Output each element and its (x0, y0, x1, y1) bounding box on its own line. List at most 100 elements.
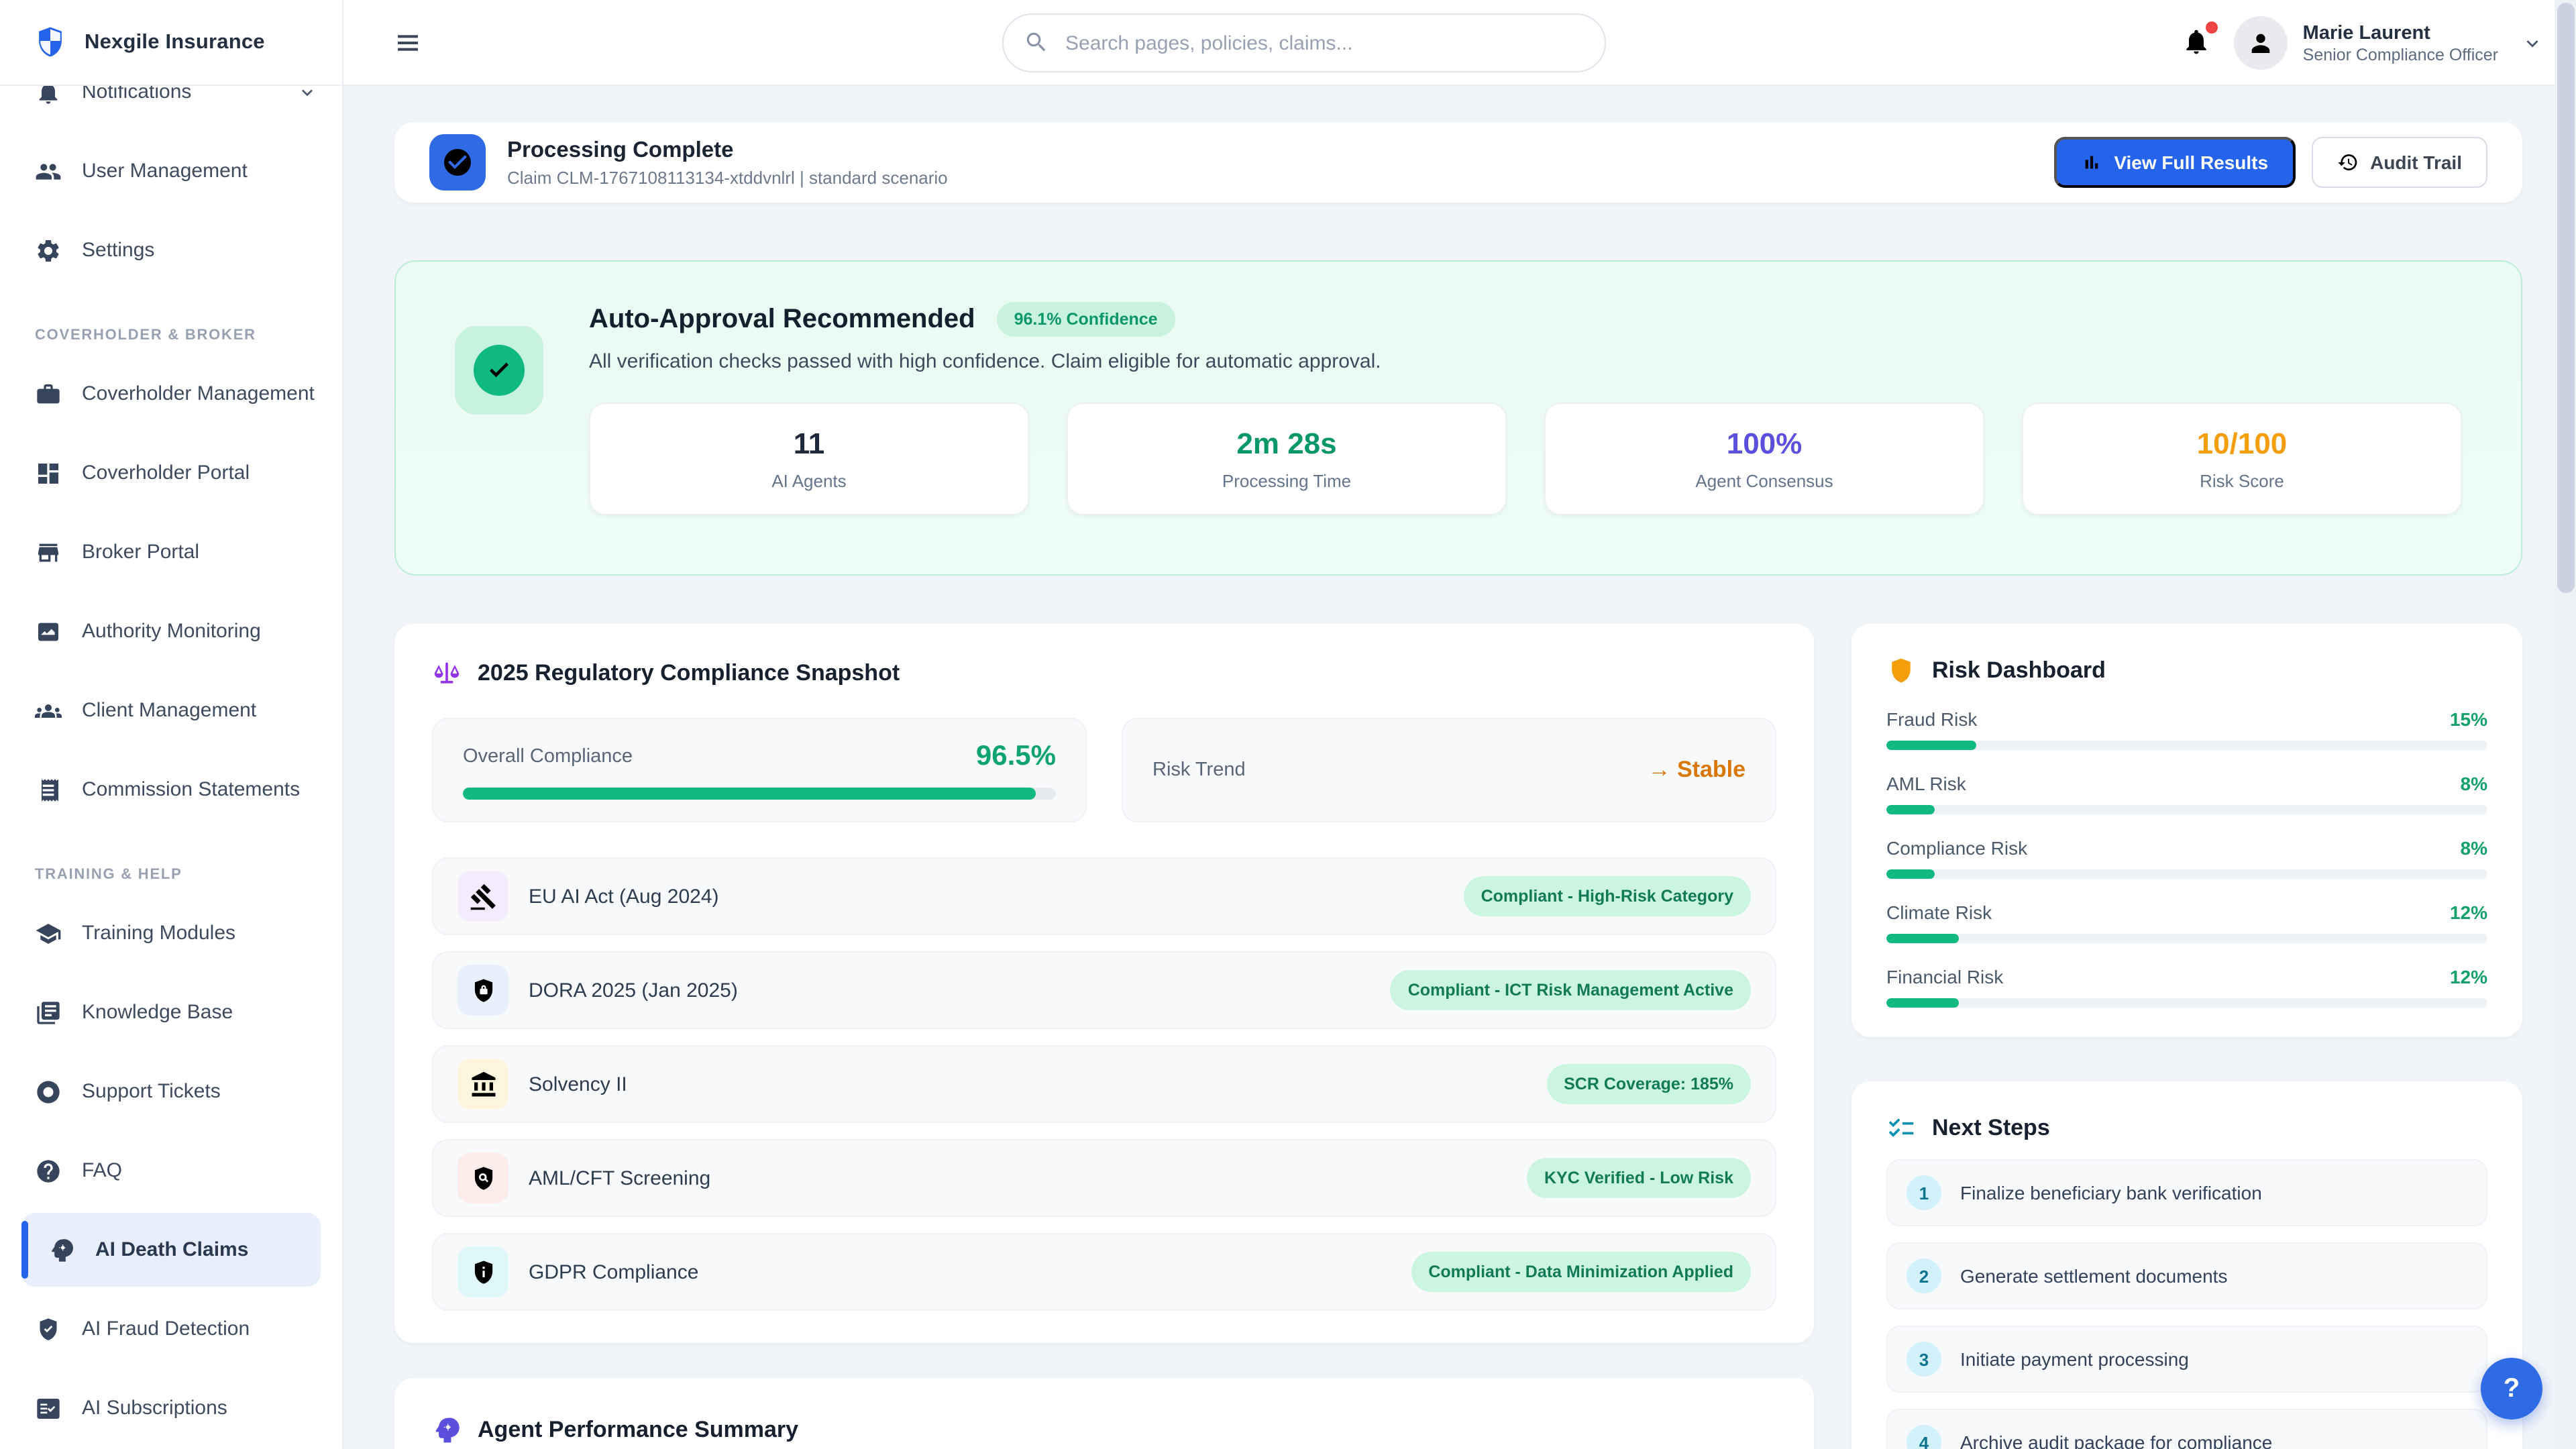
next-step-3: 3 Initiate payment processing (1886, 1326, 2487, 1393)
agent-performance-card: Agent Performance Summary (394, 1378, 1814, 1449)
brand-header: Nexgile Insurance (0, 0, 342, 86)
next-step-2: 2 Generate settlement documents (1886, 1242, 2487, 1309)
sidebar-item-settings[interactable]: Settings (0, 211, 342, 290)
sidebar-item-label: AI Fraud Detection (82, 1318, 318, 1340)
risk-dashboard-card: Risk Dashboard Fraud Risk 15% AML Risk 8… (1851, 624, 2522, 1037)
compliance-name: AML/CFT Screening (529, 1167, 710, 1189)
sidebar-item-faq[interactable]: FAQ (0, 1131, 342, 1210)
receipt-icon (35, 776, 62, 803)
main-content: Processing Complete Claim CLM-1767108113… (343, 86, 2576, 1449)
bar-chart-icon (2080, 152, 2102, 173)
compliance-name: DORA 2025 (Jan 2025) (529, 979, 738, 1002)
sidebar-item-training-modules[interactable]: Training Modules (0, 894, 342, 973)
stat-value: 11 (794, 427, 825, 462)
top-header: Marie Laurent Senior Compliance Officer (343, 0, 2576, 86)
sidebar-item-user-management[interactable]: User Management (0, 131, 342, 211)
risk-dashboard-title: Risk Dashboard (1932, 657, 2106, 684)
sidebar-item-label: Coverholder Portal (82, 462, 318, 484)
sidebar-item-coverholder-management[interactable]: Coverholder Management (0, 354, 342, 433)
scrollbar-thumb[interactable] (2557, 3, 2574, 593)
status-badge: Compliant - High-Risk Category (1464, 876, 1751, 916)
sidebar-item-ai-death-claims[interactable]: AI Death Claims (21, 1213, 321, 1287)
risk-row-compliance: Compliance Risk 8% (1886, 837, 2487, 879)
global-search (1002, 13, 1606, 72)
gear-icon (35, 237, 62, 264)
stat-label: Processing Time (1222, 471, 1351, 491)
risk-row-aml: AML Risk 8% (1886, 773, 2487, 814)
next-steps-title: Next Steps (1932, 1115, 2050, 1142)
scales-icon (432, 659, 462, 688)
sidebar: Notifications User Management Settings C… (0, 0, 343, 1449)
status-badge: Compliant - Data Minimization Applied (1411, 1252, 1751, 1292)
avatar (2235, 16, 2288, 70)
sidebar-item-label: Knowledge Base (82, 1001, 318, 1024)
shield-lock-icon (458, 965, 508, 1016)
compliance-title: 2025 Regulatory Compliance Snapshot (478, 660, 900, 687)
stat-processing-time: 2m 28s Processing Time (1067, 402, 1507, 515)
compliance-name: GDPR Compliance (529, 1260, 698, 1283)
sidebar-item-label: AI Subscriptions (82, 1397, 318, 1419)
risk-trend-card: Risk Trend → Stable (1122, 718, 1776, 822)
sidebar-item-authority-monitoring[interactable]: Authority Monitoring (0, 592, 342, 671)
notifications-bell-button[interactable] (2182, 27, 2214, 59)
stat-agent-consensus: 100% Agent Consensus (1544, 402, 1984, 515)
dashboard-grid-icon (35, 460, 62, 486)
banner-subtitle: Claim CLM-1767108113134-xtddvnlrl | stan… (507, 167, 948, 187)
menu-icon[interactable] (393, 30, 423, 56)
sidebar-item-support-tickets[interactable]: Support Tickets (0, 1052, 342, 1131)
sidebar-item-client-management[interactable]: Client Management (0, 671, 342, 750)
sidebar-item-coverholder-portal[interactable]: Coverholder Portal (0, 433, 342, 513)
sidebar-item-commission-statements[interactable]: Commission Statements (0, 750, 342, 829)
bank-icon (458, 1059, 508, 1110)
compliance-snapshot-card: 2025 Regulatory Compliance Snapshot Over… (394, 624, 1814, 1343)
sidebar-item-label: FAQ (82, 1159, 318, 1182)
shield-check-icon (35, 1316, 62, 1342)
book-icon (35, 999, 62, 1026)
help-circle-icon (35, 1157, 62, 1184)
brand-name: Nexgile Insurance (85, 30, 265, 54)
lifebuoy-icon (35, 1078, 62, 1105)
sidebar-item-ai-fraud-detection[interactable]: AI Fraud Detection (0, 1289, 342, 1368)
banner-title: Processing Complete (507, 138, 948, 163)
overall-compliance-bar (463, 788, 1056, 800)
sidebar-item-ai-subscriptions[interactable]: AI Subscriptions (0, 1368, 342, 1448)
psychology-icon (48, 1236, 75, 1263)
stat-value: 10/100 (2197, 427, 2288, 462)
sidebar-item-label: Commission Statements (82, 778, 318, 801)
sidebar-item-label: Authority Monitoring (82, 620, 318, 643)
search-input[interactable] (1002, 13, 1606, 72)
app-root: Notifications User Management Settings C… (0, 0, 2576, 1449)
overall-compliance-label: Overall Compliance (463, 746, 633, 767)
approval-check-icon (455, 326, 543, 415)
user-role: Senior Compliance Officer (2303, 46, 2498, 64)
next-steps-card: Next Steps 1 Finalize beneficiary bank v… (1851, 1081, 2522, 1449)
compliance-row-eu-ai-act: EU AI Act (Aug 2024) Compliant - High-Ri… (432, 857, 1776, 935)
sidebar-item-knowledge-base[interactable]: Knowledge Base (0, 973, 342, 1052)
stat-label: AI Agents (771, 471, 846, 491)
search-icon (1024, 30, 1049, 55)
view-full-results-button[interactable]: View Full Results (2053, 137, 2295, 188)
sidebar-item-label: Client Management (82, 699, 318, 722)
overall-compliance-card: Overall Compliance 96.5% (432, 718, 1087, 822)
next-step-1: 1 Finalize beneficiary bank verification (1886, 1159, 2487, 1226)
processing-complete-banner: Processing Complete Claim CLM-1767108113… (394, 122, 2522, 203)
groups-icon (35, 697, 62, 724)
page-scrollbar[interactable] (2555, 0, 2576, 1449)
stat-risk-score: 10/100 Risk Score (2022, 402, 2462, 515)
audit-trail-button[interactable]: Audit Trail (2311, 137, 2487, 188)
compliance-row-dora: DORA 2025 (Jan 2025) Compliant - ICT Ris… (432, 951, 1776, 1029)
sidebar-item-broker-portal[interactable]: Broker Portal (0, 513, 342, 592)
compliance-name: EU AI Act (Aug 2024) (529, 885, 719, 908)
sidebar-item-label: Settings (82, 239, 318, 262)
users-icon (35, 158, 62, 184)
fact-check-icon (35, 1395, 62, 1421)
approval-stats: 11 AI Agents 2m 28s Processing Time 100%… (589, 402, 2462, 515)
user-menu[interactable]: Marie Laurent Senior Compliance Officer (2235, 15, 2544, 71)
status-badge: KYC Verified - Low Risk (1527, 1158, 1751, 1198)
sidebar-item-label: Support Tickets (82, 1080, 318, 1103)
psychology-icon (432, 1415, 462, 1445)
compliance-row-aml-cft: AML/CFT Screening KYC Verified - Low Ris… (432, 1139, 1776, 1217)
next-step-4: 4 Archive audit package for compliance (1886, 1409, 2487, 1449)
help-fab-button[interactable]: ? (2481, 1358, 2542, 1419)
gavel-icon (458, 871, 508, 922)
